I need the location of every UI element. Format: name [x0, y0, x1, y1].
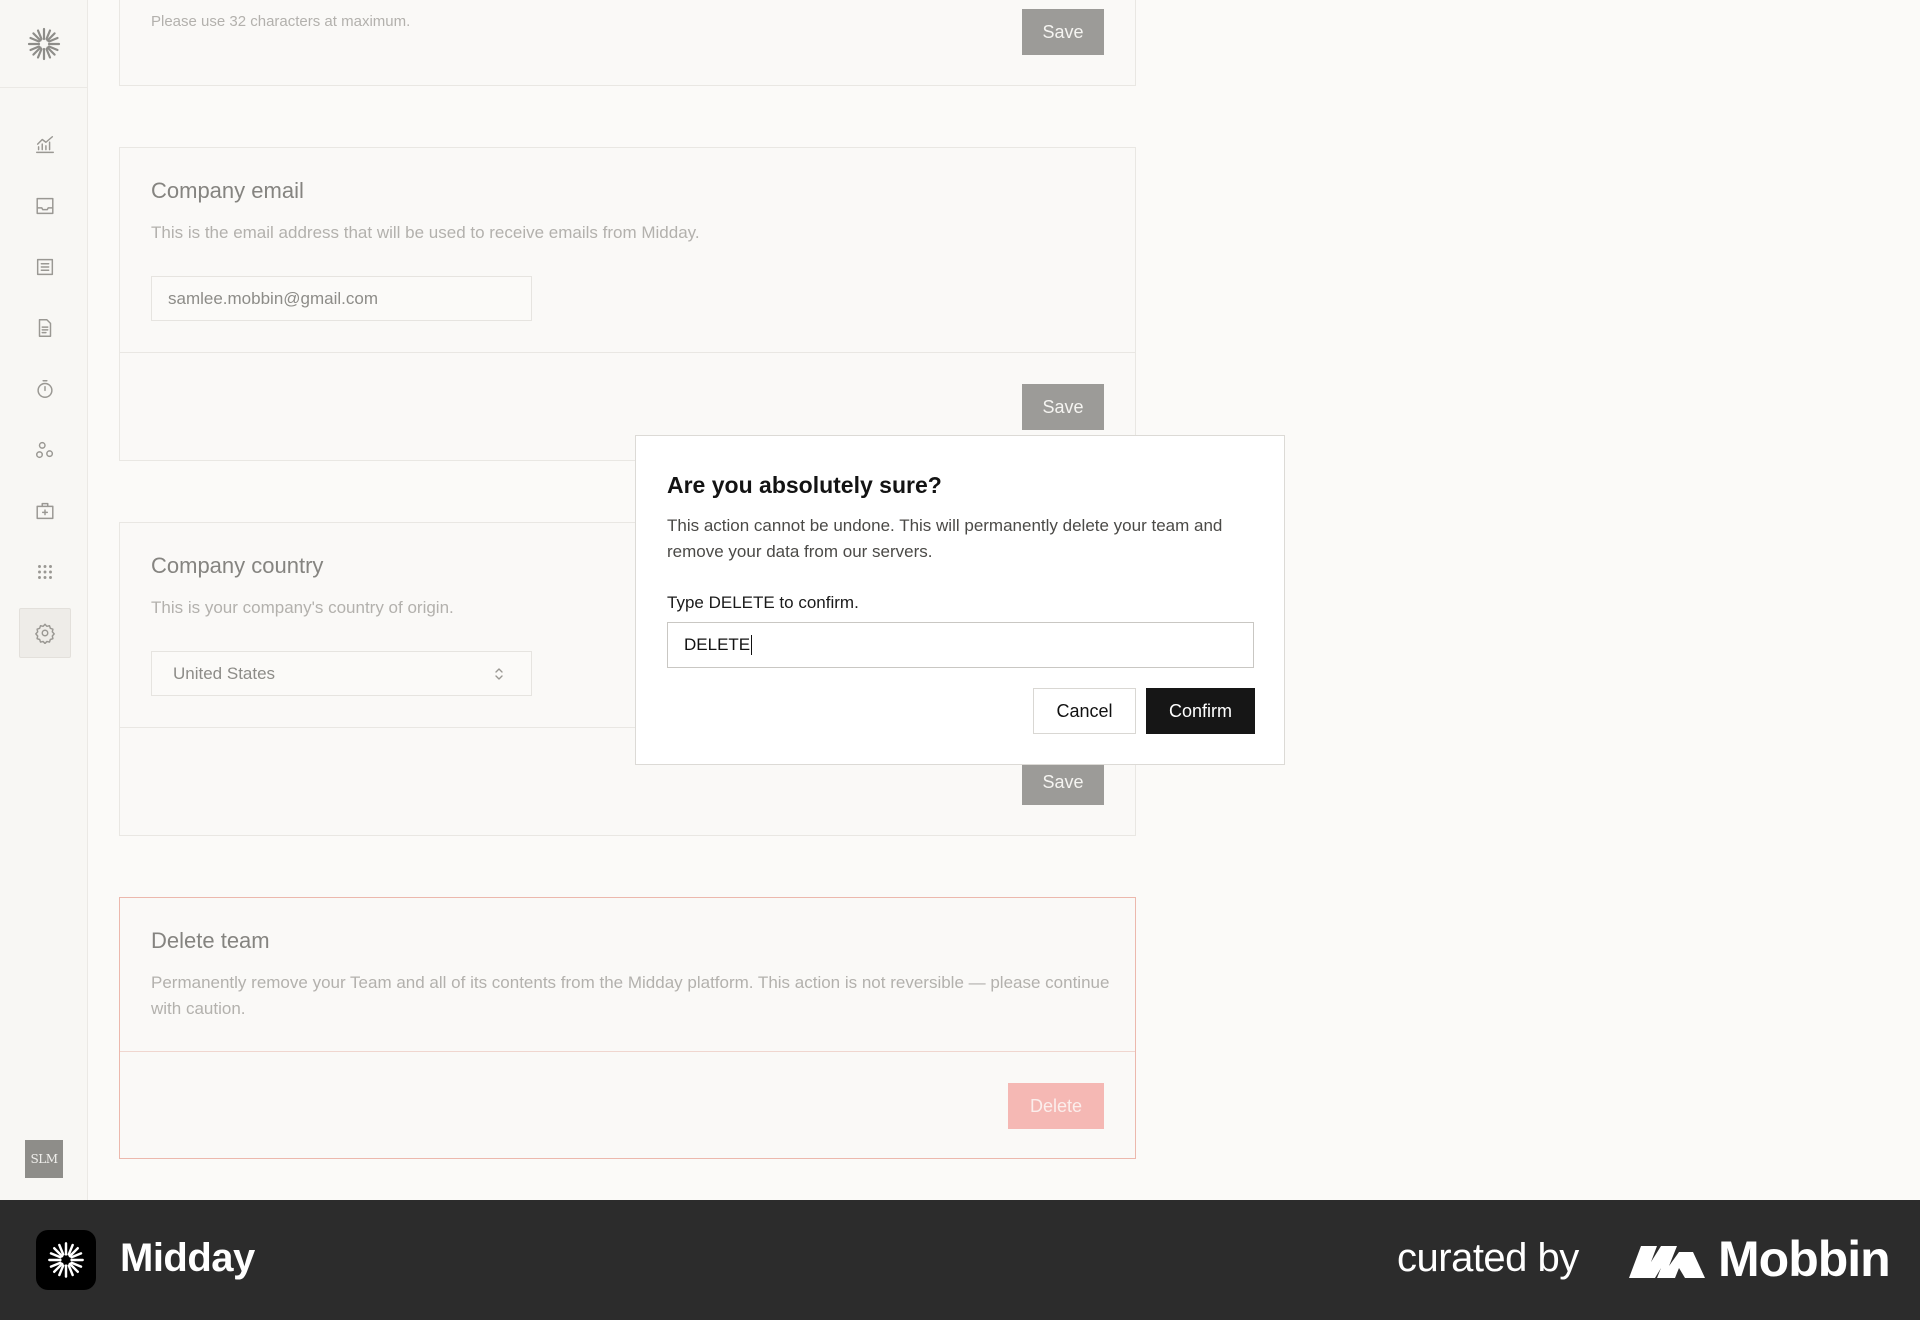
people-icon — [36, 441, 54, 459]
sidebar-item-vault[interactable] — [19, 486, 71, 536]
footer-banner: Midday curated by Mobbin — [0, 1200, 1920, 1320]
sidebar-item-apps[interactable] — [19, 547, 71, 597]
company-email-card: Company email This is the email address … — [119, 147, 1136, 461]
midday-logo-icon — [27, 27, 60, 60]
company-email-description: This is the email address that will be u… — [151, 223, 700, 242]
mobbin-brand: Mobbin — [1718, 1231, 1891, 1287]
logo[interactable] — [0, 0, 87, 88]
company-country-save-button[interactable]: Save — [1022, 759, 1104, 805]
sidebar: SLM — [0, 0, 88, 1200]
confirm-button[interactable]: Confirm — [1146, 688, 1255, 734]
avatar[interactable]: SLM — [25, 1140, 63, 1178]
timer-icon — [37, 380, 53, 398]
sidebar-item-tracker[interactable] — [19, 364, 71, 414]
delete-team-button[interactable]: Delete — [1008, 1083, 1104, 1129]
team-name-save-button[interactable]: Save — [1022, 9, 1104, 55]
vault-icon — [36, 502, 54, 520]
sidebar-item-overview[interactable] — [19, 120, 71, 170]
company-country-title: Company country — [151, 553, 324, 578]
mobbin-logo-icon — [1629, 1246, 1705, 1278]
sidebar-item-settings[interactable] — [19, 608, 71, 658]
company-email-title: Company email — [151, 178, 304, 203]
email-field-value: samlee.mobbin@gmail.com — [168, 288, 379, 308]
sidebar-item-invoices[interactable] — [19, 303, 71, 353]
dialog-title: Are you absolutely sure? — [667, 472, 942, 498]
curated-by-label: curated by — [1397, 1236, 1579, 1280]
delete-team-title: Delete team — [151, 928, 270, 953]
sidebar-item-inbox[interactable] — [19, 181, 71, 231]
team-name-hint: Please use 32 characters at maximum. — [151, 13, 411, 30]
list-icon — [36, 258, 54, 276]
confirm-text-value: DELETE — [684, 635, 751, 654]
dialog-input-label: Type DELETE to confirm. — [667, 593, 859, 612]
sidebar-nav — [19, 120, 71, 669]
chart-icon — [36, 136, 54, 154]
country-select-value: United States — [173, 663, 276, 683]
divider — [120, 352, 1135, 353]
delete-team-card: Delete team Permanently remove your Team… — [119, 897, 1136, 1159]
confirm-delete-dialog: Are you absolutely sure? This action can… — [635, 435, 1285, 765]
midday-app-icon — [36, 1230, 96, 1290]
team-name-card: Please use 32 characters at maximum. Sav… — [119, 0, 1136, 86]
gear-icon — [35, 623, 55, 644]
dialog-description: This action cannot be undone. This will … — [667, 516, 1223, 561]
divider — [120, 1051, 1135, 1052]
delete-team-description: Permanently remove your Team and all of … — [151, 973, 1110, 1018]
sidebar-item-customers[interactable] — [19, 425, 71, 475]
midday-logo-icon — [48, 1242, 84, 1278]
sidebar-item-transactions[interactable] — [19, 242, 71, 292]
confirm-text-input[interactable]: DELETE — [667, 622, 1254, 668]
text-caret — [751, 635, 753, 655]
company-country-description: This is your company's country of origin… — [151, 598, 454, 617]
app-name: Midday — [120, 1236, 255, 1280]
company-email-save-button[interactable]: Save — [1022, 384, 1104, 430]
grid-icon — [38, 565, 52, 579]
cancel-button[interactable]: Cancel — [1033, 688, 1136, 734]
inbox-icon — [36, 197, 54, 215]
country-select[interactable]: United States — [151, 651, 532, 696]
document-icon — [38, 319, 52, 337]
chevron-up-down-icon — [495, 668, 503, 680]
email-field[interactable]: samlee.mobbin@gmail.com — [151, 276, 532, 321]
